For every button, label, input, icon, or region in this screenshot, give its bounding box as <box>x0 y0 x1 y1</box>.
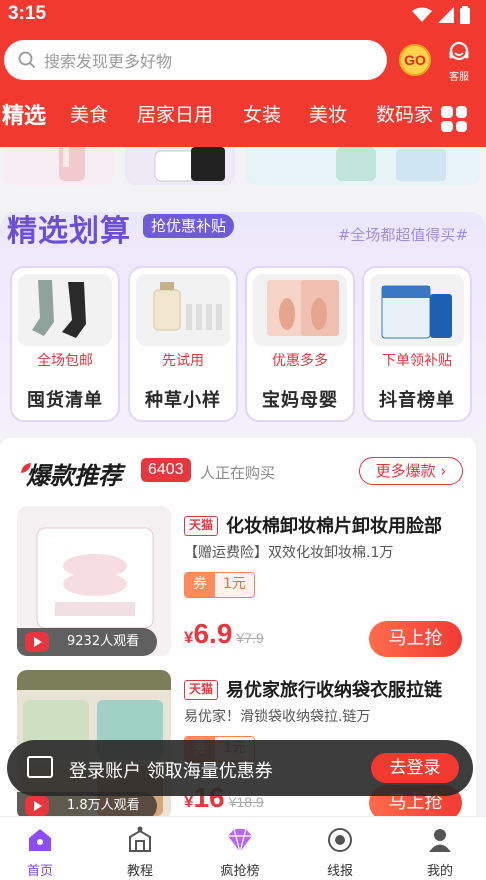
original-price: ¥18.9 <box>228 794 264 810</box>
deal-card-stock[interactable]: 全场包邮 囤货清单 <box>10 266 120 422</box>
deals-title: 精选划算 <box>7 214 131 249</box>
home-icon <box>29 829 51 851</box>
tmall-badge: 天猫 <box>184 516 219 536</box>
battery-icon <box>460 6 470 24</box>
tab-beauty[interactable]: 美妆 <box>309 100 347 127</box>
login-toast[interactable]: 登录账户 领取海量优惠券 去登录 <box>7 740 473 796</box>
product-desc: 易优家！滑锁袋收纳袋拉.链万 <box>184 709 371 725</box>
product-title[interactable]: 易优家旅行收纳袋衣服拉链 <box>226 676 462 702</box>
all-categories-icon[interactable] <box>441 106 467 132</box>
signal-icon <box>438 7 454 23</box>
nav-home[interactable]: 首页 <box>0 825 80 879</box>
deal-image <box>136 274 230 346</box>
banner-card[interactable] <box>4 147 114 185</box>
deal-name: 种草小样 <box>145 390 221 411</box>
tutorial-icon <box>129 826 151 852</box>
bottom-nav: 首页 教程 疯抢榜 线报 我的 <box>0 816 486 880</box>
banner-card[interactable] <box>125 147 235 185</box>
user-icon <box>429 829 451 852</box>
customer-service-button[interactable]: 客服 <box>444 40 474 83</box>
original-price: ¥7.9 <box>236 630 264 646</box>
viewer-count: 9232人观看 <box>17 628 157 656</box>
deal-name: 宝妈母婴 <box>262 390 338 411</box>
radar-icon <box>328 828 352 852</box>
deal-badge: 全场包邮 <box>37 353 93 369</box>
deal-badge: 优惠多多 <box>272 353 328 369</box>
hot-header: 爆款推荐 6403 人正在购买 更多爆款 › <box>0 438 476 498</box>
coupon-badge: 券 1元 <box>184 572 255 598</box>
nav-news[interactable]: 线报 <box>300 825 380 879</box>
nav-ranking[interactable]: 疯抢榜 <box>200 825 280 879</box>
hot-title: 爆款推荐 <box>26 462 122 490</box>
deals-slogan: #全场都超值得买# <box>337 226 468 244</box>
deal-image <box>370 274 464 346</box>
deal-badge: 下单领补贴 <box>382 353 452 369</box>
deal-card-baby[interactable]: 优惠多多 宝妈母婴 <box>245 266 355 422</box>
tab-women[interactable]: 女装 <box>243 100 281 127</box>
coupon-label: 券 <box>185 573 215 597</box>
deals-tag[interactable]: 抢优惠补贴 <box>143 214 235 238</box>
buyer-count-badge: 6403 <box>141 458 191 482</box>
status-bar: 3:15 <box>0 2 486 28</box>
tab-food[interactable]: 美食 <box>70 100 108 127</box>
nav-mine[interactable]: 我的 <box>400 825 480 879</box>
customer-service-label: 客服 <box>449 72 469 83</box>
deal-card-samples[interactable]: 先试用 种草小样 <box>128 266 238 422</box>
coupon-ticket-icon <box>27 756 53 778</box>
search-bar[interactable]: 搜索发现更多好物 <box>4 40 387 80</box>
tab-digital[interactable]: 数码家 <box>376 100 433 127</box>
hot-section: 爆款推荐 6403 人正在购买 更多爆款 › 9232人观看 天猫 化妆棉卸妆棉… <box>0 438 476 880</box>
toast-text: 登录账户 领取海量优惠券 <box>69 761 273 782</box>
go-button[interactable]: GO <box>399 44 431 76</box>
product-card[interactable]: 9232人观看 天猫 化妆棉卸妆棉片卸妆用脸部 【赠运费险】双效化妆卸妆棉.1万… <box>0 506 476 666</box>
product-price: ¥6.9 ¥7.9 <box>184 618 264 649</box>
search-icon <box>18 51 36 69</box>
tab-household[interactable]: 居家日用 <box>137 100 213 127</box>
coupon-value: 1元 <box>215 573 254 597</box>
video-icon <box>25 632 49 652</box>
deal-badge: 先试用 <box>162 353 204 369</box>
buy-now-button[interactable]: 马上抢 <box>369 621 462 657</box>
tab-featured[interactable]: 精选 <box>2 100 46 130</box>
nav-tutorial[interactable]: 教程 <box>100 825 180 879</box>
category-tabs: 精选 美食 居家日用 女装 美妆 数码家 <box>0 100 440 140</box>
deal-image <box>253 274 347 346</box>
banner-card[interactable] <box>246 147 480 185</box>
deal-card-douyin[interactable]: 下单领补贴 抖音榜单 <box>362 266 472 422</box>
price-value: 6.9 <box>193 618 233 649</box>
banner-strip[interactable] <box>0 147 486 189</box>
deal-name: 囤货清单 <box>27 390 103 411</box>
product-title[interactable]: 化妆棉卸妆棉片卸妆用脸部 <box>226 512 462 538</box>
more-hot-button[interactable]: 更多爆款 › <box>359 457 463 485</box>
deal-name: 抖音榜单 <box>379 390 455 411</box>
status-time: 3:15 <box>8 3 47 24</box>
login-button[interactable]: 去登录 <box>371 753 459 783</box>
product-image[interactable]: 9232人观看 <box>17 506 171 656</box>
search-input[interactable]: 搜索发现更多好物 <box>44 48 172 72</box>
tmall-badge: 天猫 <box>184 680 219 700</box>
buying-now-text: 人正在购买 <box>200 464 276 482</box>
status-icons <box>412 6 470 24</box>
wifi-icon <box>412 7 432 22</box>
deal-image <box>18 274 112 346</box>
diamond-icon <box>228 828 252 855</box>
top-header: 3:15 搜索发现更多好物 GO 客服 精选 美食 居家日用 女装 美妆 数码家 <box>0 0 486 147</box>
deals-section: 精选划算 抢优惠补贴 #全场都超值得买# 全场包邮 囤货清单 先试用 种草小样 … <box>0 200 486 435</box>
video-icon <box>25 796 49 816</box>
product-desc: 【赠运费险】双效化妆卸妆棉.1万 <box>184 545 394 561</box>
headset-icon <box>449 41 469 61</box>
